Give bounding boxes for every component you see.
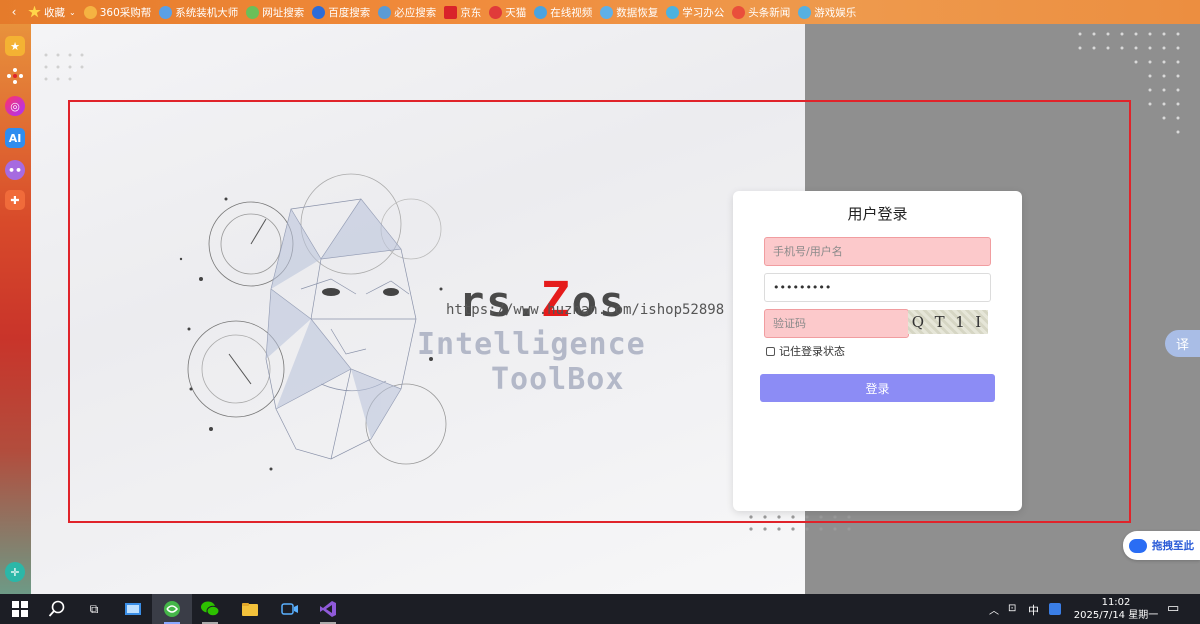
star-icon[interactable]: ★	[5, 36, 25, 56]
bookmark-item[interactable]: 360采购帮	[83, 5, 151, 20]
bookmark-icon	[534, 5, 548, 19]
bookmark-icon	[159, 5, 173, 19]
drag-drop-button[interactable]: 拖拽至此	[1123, 531, 1200, 560]
browser-sidebar: ★ ◎ AI •• ✚ ✛	[0, 24, 31, 594]
file-manager-icon[interactable]	[123, 599, 143, 619]
ime-indicator[interactable]: 中	[1028, 602, 1039, 618]
bookmark-favorites[interactable]: 收藏 ⌄	[28, 5, 76, 20]
translate-button[interactable]: 译	[1165, 330, 1200, 357]
bookmark-item[interactable]: 网址搜索	[246, 5, 304, 20]
video-call-icon[interactable]	[280, 599, 300, 619]
ai-icon[interactable]: AI	[5, 128, 25, 148]
baidu-paw-icon	[312, 5, 326, 19]
cloud-icon	[1129, 538, 1147, 553]
apps-icon[interactable]	[5, 66, 25, 86]
highlight-frame	[68, 100, 1131, 523]
input-method-icon[interactable]	[1049, 603, 1061, 615]
bookmark-icon	[732, 5, 746, 19]
folder-icon[interactable]	[240, 599, 260, 619]
bookmark-item[interactable]: 天猫	[489, 5, 526, 20]
tray-chevron-icon[interactable]: ︿	[989, 602, 999, 617]
browser-360-icon[interactable]	[162, 599, 182, 619]
jd-icon	[444, 5, 458, 19]
network-icon[interactable]: ⊡	[1008, 603, 1016, 614]
bookmark-icon	[600, 5, 614, 19]
chevron-down-icon: ⌄	[69, 7, 76, 17]
wechat-icon[interactable]	[200, 599, 220, 619]
bookmark-item[interactable]: 百度搜索	[312, 5, 370, 20]
bookmark-icon	[378, 5, 392, 19]
login-page: rs.Zos https://www.huzhan.com/ishop52898…	[31, 24, 1200, 594]
task-view-icon[interactable]: ⧉	[84, 599, 104, 619]
bookmark-item[interactable]: 游戏娱乐	[798, 5, 856, 20]
bookmark-item[interactable]: 数据恢复	[600, 5, 658, 20]
windows-taskbar: ⧉ ︿ ⊡ 中 11:02 2025/7/14 星期一 ▭	[0, 594, 1200, 624]
ai-assistant-icon[interactable]: ◎	[5, 96, 25, 116]
bookmark-item[interactable]: 学习办公	[666, 5, 724, 20]
bookmark-item[interactable]: 必应搜索	[378, 5, 436, 20]
dot-pattern-top-left	[44, 53, 84, 81]
windows-start-icon[interactable]	[10, 599, 30, 619]
bookmark-item[interactable]: 京东	[444, 5, 481, 20]
bookmark-icon	[666, 5, 680, 19]
plus-circle-icon[interactable]: ✛	[5, 562, 25, 582]
bookmark-icon	[798, 5, 812, 19]
notification-icon[interactable]: ▭	[1167, 601, 1179, 616]
taskbar-clock[interactable]: 11:02 2025/7/14 星期一	[1072, 596, 1160, 622]
bookmark-icon	[246, 5, 260, 19]
bookmark-item[interactable]: 在线视频	[534, 5, 592, 20]
bookmark-icon	[489, 5, 503, 19]
sidebar-toggle-icon[interactable]: ‹	[0, 5, 28, 19]
game-icon[interactable]: ✚	[5, 190, 25, 210]
star-icon	[28, 5, 41, 18]
chat-icon[interactable]: ••	[5, 160, 25, 180]
visual-studio-icon[interactable]	[318, 599, 338, 619]
search-icon[interactable]	[47, 599, 67, 619]
bookmark-bar: ‹ 收藏 ⌄ 360采购帮 系统装机大师 网址搜索 百度搜索 必应搜索 京东 天…	[0, 0, 1200, 24]
bookmark-item[interactable]: 系统装机大师	[159, 5, 238, 20]
bookmark-item[interactable]: 头条新闻	[732, 5, 790, 20]
bookmark-icon	[83, 5, 97, 19]
